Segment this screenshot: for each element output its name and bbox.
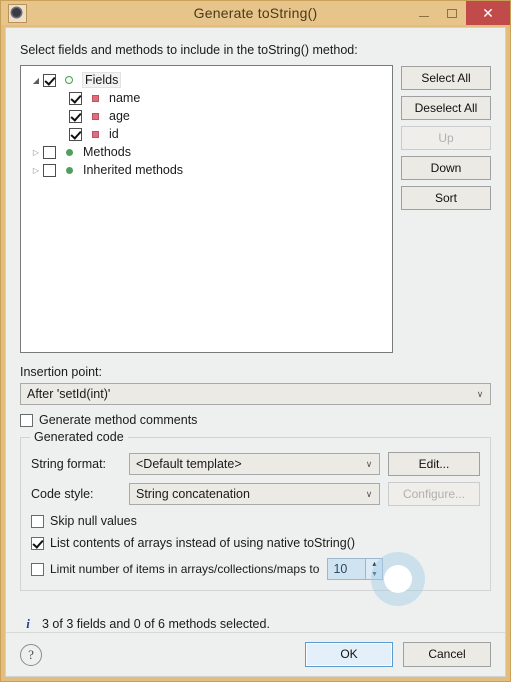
string-format-select[interactable]: <Default template> ∨ <box>129 453 380 475</box>
window-controls: ✕ <box>410 1 510 25</box>
title-bar: Generate toString() ✕ <box>1 1 510 25</box>
status-text: 3 of 3 fields and 0 of 6 methods selecte… <box>42 617 270 631</box>
move-down-button[interactable]: Down <box>401 156 491 180</box>
tree-checkbox-age[interactable] <box>69 109 82 123</box>
info-icon: i <box>26 616 30 631</box>
limit-items-value[interactable]: 10 <box>328 559 366 579</box>
tree-item-name[interactable]: name <box>21 89 392 107</box>
tree-label-fields: Fields <box>81 72 122 88</box>
limit-items-checkbox[interactable] <box>31 562 44 576</box>
sort-button[interactable]: Sort <box>401 186 491 210</box>
stepper-up-icon[interactable]: ▲ <box>366 559 382 569</box>
list-contents-row[interactable]: List contents of arrays instead of using… <box>31 536 480 550</box>
tree-and-buttons: ◢ Fields name age id ▷ Methods ▷ Inherit… <box>20 65 491 353</box>
tree-side-buttons: Select All Deselect All Up Down Sort <box>401 65 491 353</box>
deselect-all-button[interactable]: Deselect All <box>401 96 491 120</box>
insertion-point-value: After 'setId(int)' <box>27 387 111 401</box>
code-style-label: Code style: <box>31 487 94 501</box>
tree-checkbox-id[interactable] <box>69 127 82 141</box>
dialog-footer: ? OK Cancel <box>6 632 505 676</box>
minimize-button[interactable] <box>410 1 438 25</box>
dialog-body: Select fields and methods to include in … <box>5 27 506 677</box>
package-field-icon <box>63 74 75 86</box>
code-style-value: String concatenation <box>136 487 250 501</box>
tree-checkbox-fields[interactable] <box>43 73 56 87</box>
chevron-down-icon[interactable]: ∨ <box>359 484 379 504</box>
code-style-select[interactable]: String concatenation ∨ <box>129 483 380 505</box>
private-field-icon <box>89 128 101 140</box>
close-button[interactable]: ✕ <box>466 1 510 25</box>
tree-checkbox-inherited-methods[interactable] <box>43 163 56 177</box>
members-tree[interactable]: ◢ Fields name age id ▷ Methods ▷ Inherit… <box>20 65 393 353</box>
stepper-arrows[interactable]: ▲ ▼ <box>365 559 383 579</box>
eclipse-gear-icon <box>8 3 27 23</box>
status-bar: i 3 of 3 fields and 0 of 6 methods selec… <box>6 606 505 632</box>
chevron-down-icon[interactable]: ∨ <box>470 384 490 404</box>
tree-checkbox-name[interactable] <box>69 91 82 105</box>
dialog-window: Generate toString() ✕ Select fields and … <box>0 0 511 682</box>
skip-null-values-label: Skip null values <box>50 514 137 528</box>
insertion-point-select[interactable]: After 'setId(int)' ∨ <box>20 383 491 405</box>
public-method-icon <box>63 146 75 158</box>
tree-checkbox-methods[interactable] <box>43 145 56 159</box>
cancel-button[interactable]: Cancel <box>403 642 491 667</box>
tree-item-fields[interactable]: ◢ Fields <box>21 71 392 89</box>
public-method-icon <box>63 164 75 176</box>
dialog-content: Select fields and methods to include in … <box>6 28 505 606</box>
generated-code-group: Generated code String format: <Default t… <box>20 430 491 606</box>
tree-label-id: id <box>109 127 119 141</box>
help-icon[interactable]: ? <box>20 643 42 666</box>
ok-button[interactable]: OK <box>305 642 393 667</box>
tree-label-name: name <box>109 91 141 105</box>
limit-items-label: Limit number of items in arrays/collecti… <box>50 562 320 576</box>
tree-item-id[interactable]: id <box>21 125 392 143</box>
insertion-point-label: Insertion point: <box>20 365 102 379</box>
skip-null-values-row[interactable]: Skip null values <box>31 514 480 528</box>
private-field-icon <box>89 92 101 104</box>
list-contents-label: List contents of arrays instead of using… <box>50 536 356 550</box>
tree-label-inherited-methods: Inherited methods <box>83 163 184 177</box>
tree-item-methods[interactable]: ▷ Methods <box>21 143 392 161</box>
private-field-icon <box>89 110 101 122</box>
generate-method-comments-checkbox[interactable] <box>20 413 33 427</box>
tree-item-age[interactable]: age <box>21 107 392 125</box>
intro-label: Select fields and methods to include in … <box>20 43 358 57</box>
expand-collapse-icon[interactable]: ◢ <box>29 76 43 85</box>
configure-button: Configure... <box>388 482 480 506</box>
string-format-label: String format: <box>31 457 107 471</box>
list-contents-checkbox[interactable] <box>31 536 44 550</box>
generate-method-comments-label: Generate method comments <box>39 413 198 427</box>
expand-collapse-icon[interactable]: ▷ <box>29 166 43 175</box>
tree-label-methods: Methods <box>83 145 131 159</box>
maximize-button[interactable] <box>438 1 466 25</box>
chevron-down-icon[interactable]: ∨ <box>359 454 379 474</box>
skip-null-values-checkbox[interactable] <box>31 514 44 528</box>
string-format-value: <Default template> <box>136 457 242 471</box>
generate-method-comments-row[interactable]: Generate method comments <box>20 413 491 427</box>
limit-items-row: Limit number of items in arrays/collecti… <box>31 552 480 606</box>
stepper-down-icon[interactable]: ▼ <box>366 569 382 579</box>
limit-items-stepper[interactable]: 10 ▲ ▼ <box>327 558 384 580</box>
generated-code-group-title: Generated code <box>30 430 128 444</box>
string-format-row: String format: <Default template> ∨ Edit… <box>31 452 480 476</box>
expand-collapse-icon[interactable]: ▷ <box>29 148 43 157</box>
edit-template-button[interactable]: Edit... <box>388 452 480 476</box>
select-all-button[interactable]: Select All <box>401 66 491 90</box>
tree-item-inherited-methods[interactable]: ▷ Inherited methods <box>21 161 392 179</box>
move-up-button: Up <box>401 126 491 150</box>
code-style-row: Code style: String concatenation ∨ Confi… <box>31 482 480 506</box>
tree-label-age: age <box>109 109 130 123</box>
